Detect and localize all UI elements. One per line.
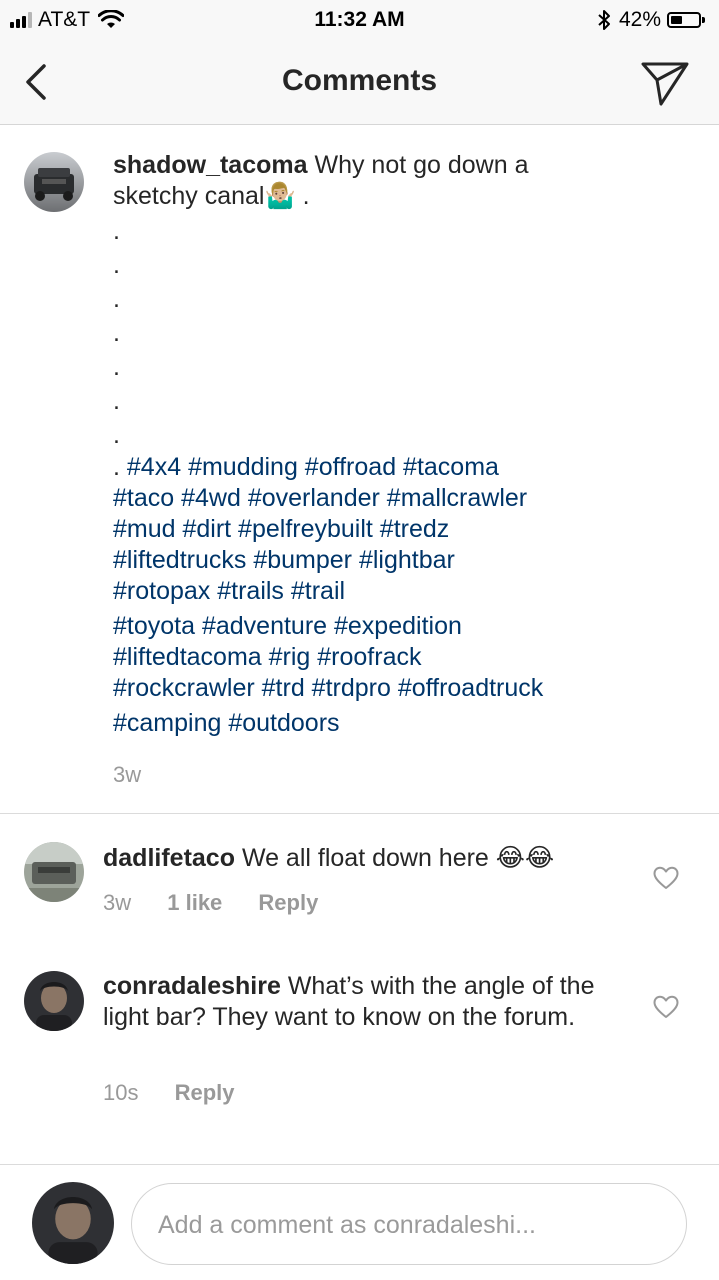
battery-cap xyxy=(702,17,705,23)
paper-plane-icon[interactable] xyxy=(639,58,691,108)
status-bar: AT&T 11:32 AM 42% xyxy=(0,0,719,40)
person-photo-icon xyxy=(24,971,84,1031)
dot-line: . xyxy=(113,353,120,381)
comment-time: 3w xyxy=(103,890,132,915)
caption-text-line1: Why not go down a xyxy=(314,151,529,179)
battery-fill xyxy=(671,16,682,24)
dot-line: . xyxy=(113,319,120,347)
caption-divider xyxy=(0,813,719,814)
truck-photo-icon xyxy=(24,842,84,902)
hashtag-line[interactable]: #liftedtrucks #bumper #lightbar xyxy=(113,545,693,576)
comment-username[interactable]: conradaleshire xyxy=(103,972,281,1000)
avatar-current-user xyxy=(32,1182,114,1264)
avatar-dadlifetaco[interactable] xyxy=(24,842,84,902)
comment-composer xyxy=(0,1164,719,1280)
dot-line: . xyxy=(113,217,120,245)
dot-line: . xyxy=(113,387,120,415)
comment-likes[interactable]: 1 like xyxy=(167,890,222,915)
hashtag-line[interactable]: #rotopax #trails #trail xyxy=(113,576,693,607)
reply-button[interactable]: Reply xyxy=(175,1080,235,1105)
comment-username[interactable]: dadlifetaco xyxy=(103,844,235,872)
comment-time: 10s xyxy=(103,1080,139,1105)
hashtag-line[interactable]: #camping #outdoors xyxy=(113,708,693,739)
battery-percent: 42% xyxy=(618,8,661,31)
dot-line: . xyxy=(113,285,120,313)
caption-text-line2: sketchy canal xyxy=(113,182,265,210)
comment-item: dadlifetaco We all float down here 😂😂 xyxy=(103,843,643,874)
heart-icon[interactable] xyxy=(653,995,679,1019)
status-right: 42% xyxy=(597,8,705,32)
page-title: Comments xyxy=(281,64,438,97)
caption-username[interactable]: shadow_tacoma xyxy=(113,151,308,179)
dot-line: . xyxy=(113,251,120,279)
hashtag-line[interactable]: #taco #4wd #overlander #mallcrawler xyxy=(113,483,693,514)
reply-button[interactable]: Reply xyxy=(258,890,318,915)
caption-meta: 3w xyxy=(113,759,693,790)
hashtag-list: . #4x4 #mudding #offroad #tacoma #taco #… xyxy=(113,452,693,739)
comment-meta: 10s Reply xyxy=(103,1080,265,1106)
comment-input[interactable] xyxy=(156,1184,660,1266)
caption-text-end: . xyxy=(302,182,310,210)
avatar-shadow-tacoma[interactable] xyxy=(24,152,84,212)
dot-line: . xyxy=(113,421,120,449)
hashtag-prefix: . xyxy=(113,453,120,481)
caption-dots: . . . . . . . xyxy=(113,214,693,452)
bluetooth-icon xyxy=(598,10,610,30)
caption-time: 3w xyxy=(113,762,142,787)
person-photo-icon xyxy=(32,1182,114,1264)
comment-meta: 3w 1 like Reply xyxy=(103,890,348,916)
heart-icon[interactable] xyxy=(653,866,679,890)
comment-text: We all float down here xyxy=(241,844,489,872)
caption-text: shadow_tacoma Why not go down a sketchy … xyxy=(113,150,693,212)
hashtag-line[interactable]: #toyota #adventure #expedition xyxy=(113,611,693,642)
hashtag-line[interactable]: #liftedtacoma #rig #roofrack xyxy=(113,642,693,673)
caption: shadow_tacoma Why not go down a sketchy … xyxy=(113,150,693,790)
shrug-emoji: 🤷🏼‍♂️ xyxy=(264,182,296,210)
truck-photo-icon xyxy=(24,152,84,212)
comment-item: conradaleshire What’s with the angle of … xyxy=(103,971,643,1033)
avatar-conradaleshire[interactable] xyxy=(24,971,84,1031)
comment-input-wrapper xyxy=(131,1183,687,1266)
hashtag-line[interactable]: #mud #dirt #pelfreybuilt #tredz xyxy=(113,514,693,545)
battery-icon xyxy=(667,12,701,28)
nav-bar: Comments xyxy=(0,40,719,125)
hashtag-line[interactable]: #rockcrawler #trd #trdpro #offroadtruck xyxy=(113,673,693,704)
hashtag-line[interactable]: #4x4 #mudding #offroad #tacoma xyxy=(127,453,499,481)
laughing-emoji: 😂😂 xyxy=(495,844,555,872)
